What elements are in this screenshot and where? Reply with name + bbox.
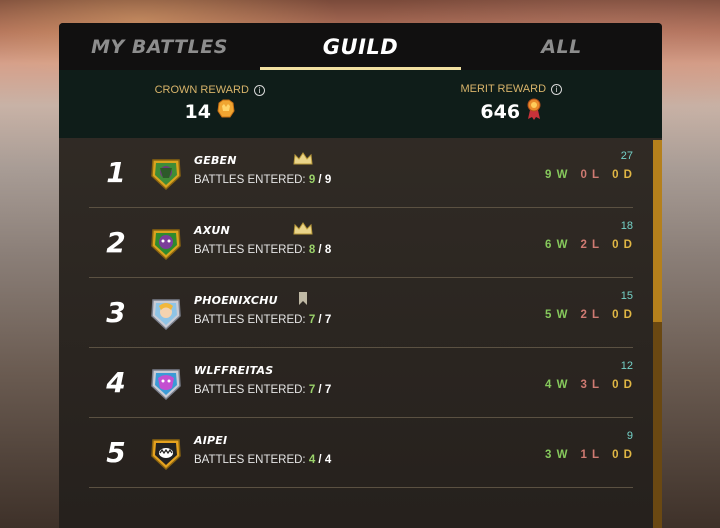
player-name[interactable]: WLFFREITAS [194,364,273,377]
losses-count: 2 L [580,309,601,321]
losses-count: 2 L [580,239,601,251]
player-name[interactable]: AIPEI [194,434,227,447]
crown-icon [293,151,313,170]
info-icon[interactable]: i [253,84,265,96]
crown-token-icon [217,99,235,124]
rank-number: 4 [106,366,126,399]
draws-count: 0 D [612,169,633,181]
battles-entered: BATTLES ENTERED: 7 / 7 [194,384,332,396]
leaderboard-row[interactable]: 3 PHOENIXCHU BATTLES ENTERED: 7 / 7 15 5… [89,278,633,348]
monster-guild-avatar [147,434,185,472]
wins-count: 4 W [545,379,569,391]
win-loss-record: 3 W 1 L 0 D [545,449,633,461]
player-name[interactable]: PHOENIXCHU [194,294,278,307]
battles-total-count: 7 [324,314,332,326]
scrollbar[interactable] [653,140,662,528]
leaderboard-row[interactable]: 1 GEBEN BATTLES ENTERED: 9 / 9 27 9 W 0 … [89,138,633,208]
death-guild-avatar [147,224,185,262]
battles-entered: BATTLES ENTERED: 8 / 8 [194,244,332,256]
battles-total-count: 4 [324,454,332,466]
wins-count: 3 W [545,449,569,461]
rank-number: 2 [106,226,126,259]
battles-total-count: 7 [324,384,332,396]
leaderboard-row[interactable]: 5 AIPEI BATTLES ENTERED: 4 / 4 9 3 W 1 L… [89,418,633,488]
wins-count: 6 W [545,239,569,251]
wins-count: 9 W [545,169,569,181]
tab-bar: MY BATTLES GUILD ALL [59,23,662,70]
battles-entered-label: BATTLES ENTERED: [194,454,306,466]
rank-number: 3 [106,296,126,329]
win-loss-record: 9 W 0 L 0 D [545,169,633,181]
battles-total-count: 9 [324,174,332,186]
draws-count: 0 D [612,449,633,461]
player-score: 18 [620,220,633,232]
leaderboard-row[interactable]: 2 AXUN BATTLES ENTERED: 8 / 8 18 6 W 2 L… [89,208,633,278]
win-loss-record: 4 W 3 L 0 D [545,379,633,391]
win-loss-record: 6 W 2 L 0 D [545,239,633,251]
player-score: 9 [626,430,633,442]
tab-all[interactable]: ALL [461,23,662,70]
player-score: 15 [620,290,633,302]
leaderboard-row[interactable]: 4 WLFFREITAS BATTLES ENTERED: 7 / 7 12 4… [89,348,633,418]
battles-total-count: 8 [324,244,332,256]
player-name[interactable]: AXUN [194,224,230,237]
losses-count: 1 L [580,449,601,461]
tab-my-battles[interactable]: MY BATTLES [59,23,260,70]
player-score: 12 [620,360,633,372]
losses-count: 3 L [580,379,601,391]
tab-guild[interactable]: GUILD [260,23,461,70]
rewards-bar: CROWN REWARD i 14 MERIT REWARD i 646 [59,70,662,138]
crown-reward-value: 14 [184,100,211,123]
merit-reward-label: MERIT REWARD [460,83,547,95]
battles-entered: BATTLES ENTERED: 7 / 7 [194,314,332,326]
brawl-panel: MY BATTLES GUILD ALL CROWN REWARD i 14 M… [59,23,662,528]
win-loss-record: 5 W 2 L 0 D [545,309,633,321]
battles-entered: BATTLES ENTERED: 4 / 4 [194,454,332,466]
draws-count: 0 D [612,239,633,251]
info-icon[interactable]: i [551,83,563,95]
life-guild-avatar [147,294,185,332]
draws-count: 0 D [612,309,633,321]
water-guild-avatar [147,364,185,402]
battles-entered-label: BATTLES ENTERED: [194,384,306,396]
battles-entered-label: BATTLES ENTERED: [194,314,306,326]
player-score: 27 [620,150,633,162]
merit-reward-value: 646 [480,100,521,123]
draws-count: 0 D [612,379,633,391]
battles-entered-label: BATTLES ENTERED: [194,244,306,256]
crown-reward-label: CROWN REWARD [154,84,249,96]
losses-count: 0 L [580,169,601,181]
merit-medal-icon [526,98,542,125]
player-name[interactable]: GEBEN [194,154,237,167]
bookmark-icon [293,291,313,310]
rank-number: 1 [106,156,126,189]
scrollbar-track [653,322,662,528]
earth-guild-avatar [147,154,185,192]
crown-icon [293,221,313,240]
battles-entered: BATTLES ENTERED: 9 / 9 [194,174,332,186]
battles-entered-label: BATTLES ENTERED: [194,174,306,186]
crown-reward: CROWN REWARD i 14 [59,70,361,138]
scrollbar-thumb[interactable] [653,140,662,322]
wins-count: 5 W [545,309,569,321]
guild-leaderboard: 1 GEBEN BATTLES ENTERED: 9 / 9 27 9 W 0 … [59,138,662,528]
merit-reward: MERIT REWARD i 646 [361,70,663,138]
rank-number: 5 [106,436,126,469]
